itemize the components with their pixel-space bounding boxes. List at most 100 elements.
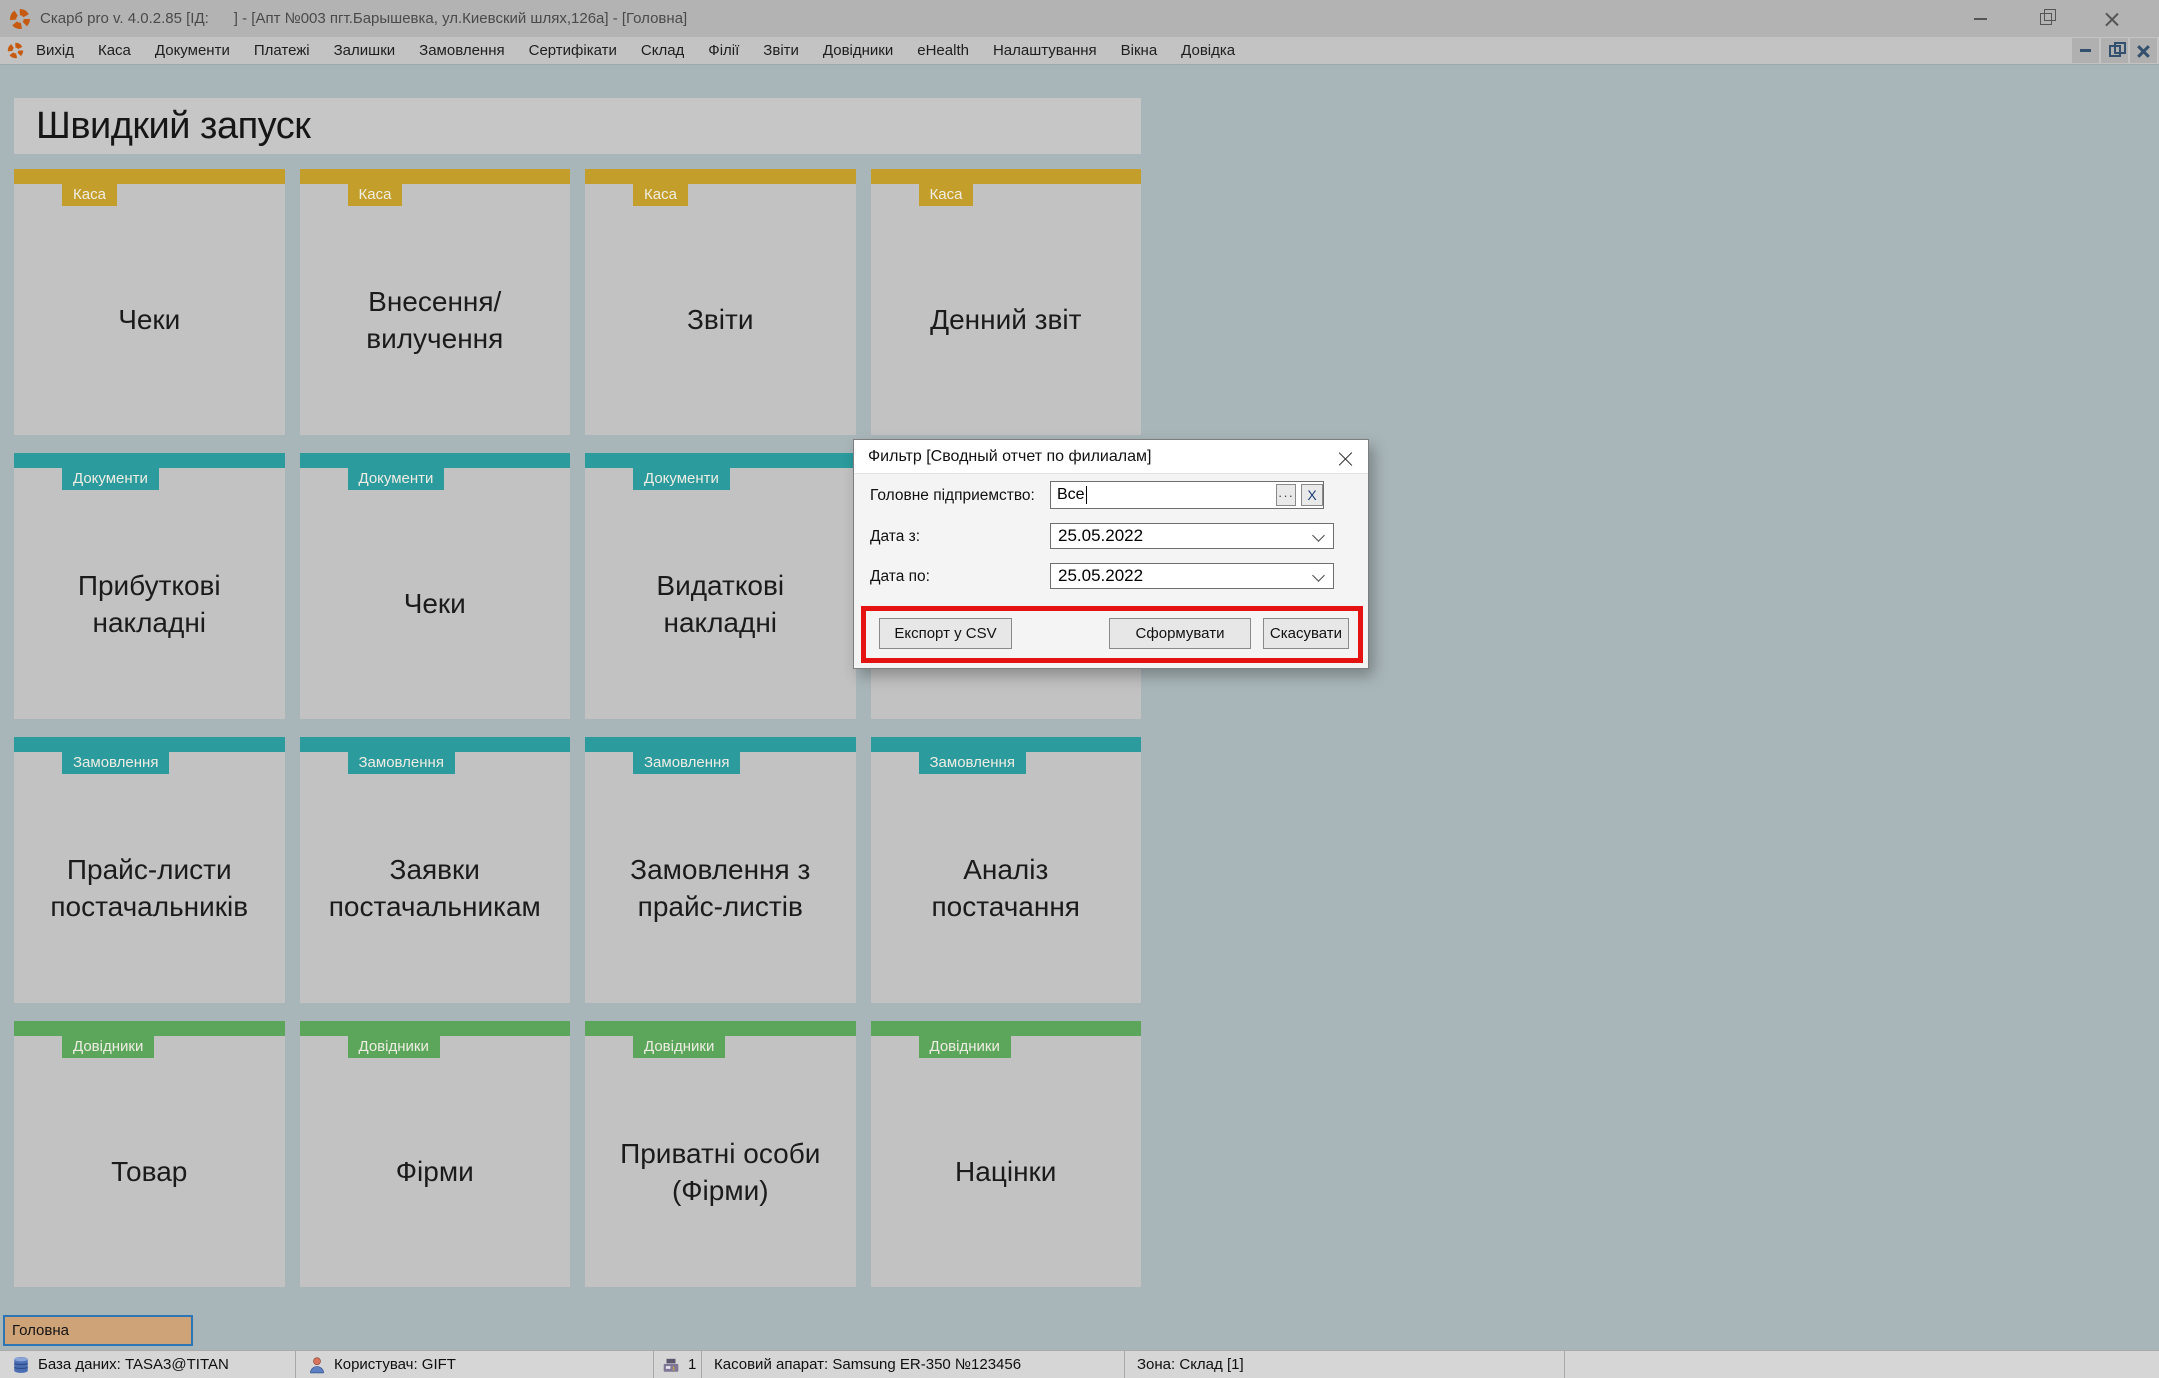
chevron-down-icon [1312,569,1325,582]
menu-item-0[interactable]: Вихід [24,42,86,59]
status-item: 1 [654,1351,702,1378]
mdi-restore-button[interactable] [2101,38,2128,63]
tile-label: Прибуткові накладні [77,569,221,638]
tile-category-bar [299,169,570,184]
tile-category-tag: Каса [918,184,974,206]
minimize-icon [2080,49,2091,52]
tile-category-tag: Каса [347,184,403,206]
tile-category-tag: Каса [633,184,688,206]
clear-button[interactable]: X [1301,484,1323,506]
quick-launch-header: Швидкий запуск [14,98,1141,154]
close-icon [1339,451,1353,465]
tile-label: Видаткові накладні [656,569,785,638]
tile-category-tag: Замовлення [62,752,170,774]
status-item: Касовий апарат: Samsung ER-350 №123456 [702,1351,1125,1378]
quick-launch-tile[interactable]: Документи Видаткові накладні [585,453,856,719]
tile-category-tag: Документи [62,468,159,490]
date-to-label: Дата по: [870,568,930,585]
menu-app-logo-icon [7,42,24,59]
quick-launch-tile[interactable]: Довідники Приватні особи (Фірми) [585,1021,856,1287]
date-to-select[interactable]: 25.05.2022 [1050,563,1334,589]
tile-label: Заявки постачальникам [328,853,541,922]
menu-item-1[interactable]: Каса [86,42,143,59]
menu-item-10[interactable]: Довідники [811,42,905,59]
quick-launch-tile[interactable]: Документи Чеки [299,453,570,719]
tile-category-bar [14,737,285,752]
app-logo-icon [9,8,31,30]
tab-holovna[interactable]: Головна [3,1315,193,1346]
generate-button[interactable]: Сформувати [1109,618,1251,649]
tile-category-bar [585,169,856,184]
menu-item-11[interactable]: eHealth [905,42,981,59]
window-restore-button[interactable] [2013,0,2079,37]
quick-launch-tile[interactable]: Каса Звіти [585,169,856,435]
tile-category-bar [585,1021,856,1036]
menu-items: Вихід Каса Документи Платежі Залишки Замовлен… [24,42,1247,59]
dialog-close-button[interactable] [1336,448,1356,468]
date-from-select[interactable]: 25.05.2022 [1050,523,1334,549]
quick-launch-tile[interactable]: Довідники Товар [14,1021,285,1287]
tile-category-tag: Довідники [633,1036,726,1058]
menu-item-4[interactable]: Залишки [322,42,408,59]
date-from-value: 25.05.2022 [1058,526,1144,545]
menu-item-6[interactable]: Сертифікати [517,42,629,59]
status-item: Зона: Склад [1] [1125,1351,1565,1378]
quick-launch-tile[interactable]: Довідники Фірми [299,1021,570,1287]
user-icon [308,1356,326,1374]
status-item: База даних: TASA3@TITAN [0,1351,296,1378]
menu-item-9[interactable]: Звіти [751,42,811,59]
tile-category-bar [299,453,570,468]
menu-item-5[interactable]: Замовлення [407,42,516,59]
quick-launch-tile[interactable]: Каса Чеки [14,169,285,435]
quick-launch-tile[interactable]: Довідники Націнки [870,1021,1141,1287]
window-close-button[interactable] [2079,0,2145,37]
tile-category-tag: Довідники [347,1036,440,1058]
tile-category-bar [299,737,570,752]
restore-icon [2108,41,2126,57]
status-text: Зона: Склад [1] [1137,1356,1244,1373]
tile-label: Аналіз постачання [931,853,1080,922]
close-icon [2137,44,2151,58]
tile-label: Чеки [118,304,181,336]
menu-item-2[interactable]: Документи [143,42,242,59]
menu-item-13[interactable]: Вікна [1109,42,1170,59]
tile-label: Звіти [687,304,754,336]
tile-category-bar [299,1021,570,1036]
menu-item-14[interactable]: Довідка [1169,42,1247,59]
export-csv-button[interactable]: Експорт у CSV [879,618,1012,649]
mdi-close-button[interactable] [2130,38,2157,63]
cancel-button[interactable]: Скасувати [1263,618,1349,649]
minimize-icon [1973,17,1987,20]
status-item: Користувач: GIFT [296,1351,654,1378]
main-enterprise-label: Головне підприемство: [870,487,1035,504]
mdi-minimize-button[interactable] [2072,38,2099,63]
window-minimize-button[interactable] [1947,0,2013,37]
dialog-title: Фильтр [Сводный отчет по филиалам] [854,440,1368,474]
tile-label: Товар [111,1156,188,1188]
tile-category-bar [870,169,1141,184]
cash-register-icon [662,1356,680,1374]
database-icon [12,1356,30,1374]
quick-launch-tile[interactable]: Замовлення Прайс-листи постачальників [14,737,285,1003]
tile-category-tag: Замовлення [918,752,1026,774]
quick-launch-tile[interactable]: Замовлення Аналіз постачання [870,737,1141,1003]
restore-icon [2040,8,2056,25]
tile-category-bar [870,737,1141,752]
quick-launch-tile[interactable]: Замовлення Заявки постачальникам [299,737,570,1003]
tile-label: Приватні особи (Фірми) [620,1137,821,1206]
lookup-button[interactable]: ··· [1276,484,1296,506]
menu-item-7[interactable]: Склад [629,42,696,59]
tile-category-tag: Замовлення [633,752,741,774]
tile-label: Націнки [955,1156,1057,1188]
status-filler [1565,1351,2159,1378]
mdi-window-controls [2072,38,2157,63]
menu-item-12[interactable]: Налаштування [981,42,1109,59]
quick-launch-tile[interactable]: Каса Внесення/вилучення [299,169,570,435]
quick-launch-tile[interactable]: Документи Прибуткові накладні [14,453,285,719]
tile-category-tag: Каса [62,184,117,206]
menu-item-3[interactable]: Платежі [242,42,322,59]
tile-category-bar [585,453,856,468]
menu-item-8[interactable]: Філії [696,42,751,59]
quick-launch-tile[interactable]: Каса Денний звіт [870,169,1141,435]
quick-launch-tile[interactable]: Замовлення Замовлення з прайс-листів [585,737,856,1003]
